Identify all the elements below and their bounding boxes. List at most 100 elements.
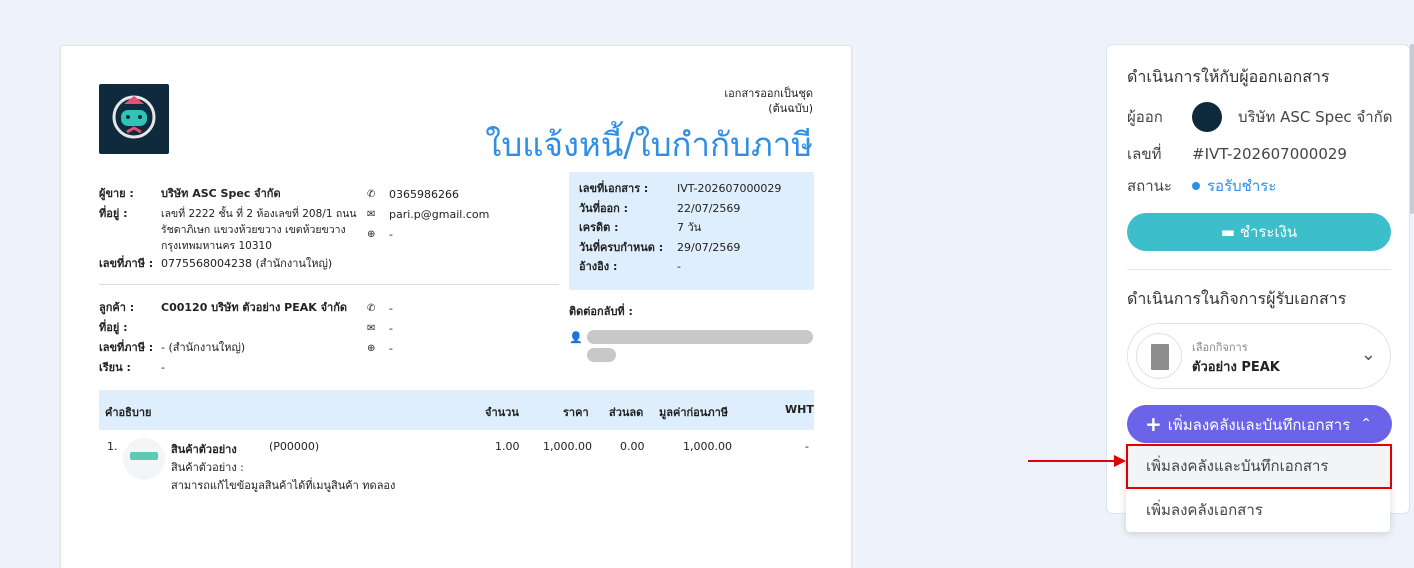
buyer-phone: -	[389, 301, 393, 315]
doc-no: IVT-202607000029	[677, 182, 782, 195]
status-label: สถานะ	[1127, 177, 1172, 195]
buyer-tax-label: เลขที่ภาษี :	[99, 341, 154, 354]
business-select[interactable]: เลือกกิจการ ตัวอย่าง PEAK ⌄	[1127, 323, 1391, 389]
items-table-header: คำอธิบาย จำนวน ราคา ส่วนลด มูลค่าก่อนภาษ…	[99, 390, 814, 430]
issue-date: 22/07/2569	[677, 201, 741, 215]
plus-icon: +	[1145, 412, 1162, 436]
avatar	[1192, 102, 1222, 132]
redacted-bar	[587, 330, 813, 344]
buyer-name: C00120 บริษัท ตัวอย่าง PEAK จำกัด	[161, 301, 348, 314]
status-row: สถานะ รอรับชำระ	[1127, 174, 1276, 198]
seller-tax-id: 0775568004238 (สำนักงานใหญ่)	[161, 257, 333, 270]
status-dot-icon	[1192, 182, 1200, 190]
reference-label: อ้างอิง :	[579, 260, 618, 273]
building-icon	[1136, 333, 1182, 379]
buyer-block: ลูกค้า : C00120 บริษัท ตัวอย่าง PEAK จำกั…	[99, 298, 369, 378]
section-divider	[1127, 269, 1391, 270]
seller-label: ผู้ขาย :	[99, 187, 134, 200]
buyer-tax-id: - (สำนักงานใหญ่)	[161, 341, 246, 354]
credit: 7 วัน	[677, 221, 702, 234]
document-number: #IVT-202607000029	[1192, 145, 1347, 163]
item-price: 1,000.00	[543, 440, 592, 453]
reference: -	[677, 260, 681, 273]
buyer-email: -	[389, 321, 393, 335]
buyer-label: ลูกค้า :	[99, 301, 135, 314]
buyer-address	[161, 318, 369, 338]
document-set-note: เอกสารออกเป็นชุด (ต้นฉบับ)	[724, 86, 813, 116]
issuer-label: ผู้ออก	[1127, 108, 1163, 126]
product-thumbnail	[123, 438, 165, 480]
email-icon: ✉	[367, 208, 376, 220]
buyer-web: -	[389, 341, 393, 355]
seller-email: pari.p@gmail.com	[389, 207, 490, 221]
scrollbar[interactable]	[1410, 44, 1414, 214]
due-date-label: วันที่ครบกำหนด :	[579, 240, 664, 254]
issuer-row: ผู้ออก บริษัท ASC Spec จำกัด	[1127, 102, 1392, 132]
document-title: ใบแจ้งหนี้/ใบกำกับภาษี	[485, 125, 813, 164]
document-preview: เอกสารออกเป็นชุด (ต้นฉบับ) ใบแจ้งหนี้/ใบ…	[60, 45, 852, 568]
chevron-up-icon: ⌃	[1360, 416, 1372, 432]
seller-tax-label: เลขที่ภาษี :	[99, 257, 154, 270]
issuer-heading: ดำเนินการให้กับผู้ออกเอกสาร	[1127, 67, 1330, 86]
issue-date-label: วันที่ออก :	[579, 201, 629, 215]
seller-block: ผู้ขาย : บริษัท ASC Spec จำกัด ที่อยู่ : เ…	[99, 184, 369, 274]
section-divider	[99, 284, 559, 285]
globe-icon: ⊕	[367, 342, 376, 354]
seller-address: เลขที่ 2222 ชั้น ที่ 2 ห้องเลขที่ 208/1 …	[161, 208, 357, 252]
pay-button-label: ชำระเงิน	[1239, 223, 1298, 241]
table-row: 1. สินค้าตัวอย่าง (P00000) สินค้าตัวอย่า…	[99, 438, 814, 500]
buyer-address-label: ที่อยู่ :	[99, 321, 128, 334]
business-name: ตัวอย่าง PEAK	[1192, 360, 1280, 375]
issuer-name: บริษัท ASC Spec จำกัด	[1238, 108, 1393, 126]
col-wht: WHT	[785, 403, 814, 416]
item-desc-1: สินค้าตัวอย่าง :	[171, 461, 244, 474]
note-line-2: (ต้นฉบับ)	[768, 102, 813, 115]
item-discount: 0.00	[620, 440, 645, 453]
globe-icon: ⊕	[367, 228, 376, 240]
col-quantity: จำนวน	[485, 406, 519, 419]
contact-back-label: ติดต่อกลับที่ :	[569, 305, 633, 318]
highlight-box	[1126, 444, 1392, 489]
email-icon: ✉	[367, 322, 376, 334]
seller-address-label: ที่อยู่ :	[99, 207, 128, 220]
doc-no-label: เลขที่เอกสาร :	[579, 182, 649, 195]
item-wht: -	[805, 440, 809, 453]
credit-label: เครดิต :	[579, 221, 619, 234]
col-description: คำอธิบาย	[105, 406, 152, 419]
item-number: 1.	[107, 440, 118, 453]
item-desc-2: สามารถแก้ไขข้อมูลสินค้าได้ที่เมนูสินค้า …	[171, 479, 396, 492]
note-line-1: เอกสารออกเป็นชุด	[724, 87, 813, 100]
document-info-box: เลขที่เอกสาร : IVT-202607000029 วันที่ออก…	[569, 172, 814, 290]
col-pretax: มูลค่าก่อนภาษี	[659, 406, 728, 419]
number-label: เลขที่	[1127, 145, 1162, 163]
buyer-contact: ✆ - ✉ - ⊕ -	[367, 298, 537, 358]
wallet-icon: ▬	[1220, 223, 1235, 241]
item-qty: 1.00	[495, 440, 520, 453]
add-button-label: เพิ่มลงคลังและบันทึกเอกสาร	[1167, 416, 1351, 434]
person-icon: 👤	[569, 331, 583, 344]
chevron-down-icon: ⌄	[1360, 344, 1376, 365]
col-price: ราคา	[563, 406, 589, 419]
seller-name: บริษัท ASC Spec จำกัด	[161, 187, 281, 200]
business-select-label: เลือกกิจการ	[1192, 341, 1248, 354]
add-to-storage-button[interactable]: + เพิ่มลงคลังและบันทึกเอกสาร ⌃	[1127, 405, 1392, 443]
buyer-attn-label: เรียน :	[99, 361, 131, 374]
due-date: 29/07/2569	[677, 240, 741, 254]
item-code: (P00000)	[269, 440, 320, 453]
item-pretax: 1,000.00	[683, 440, 732, 453]
phone-icon: ✆	[367, 188, 376, 200]
seller-web: -	[389, 227, 393, 241]
status-badge: รอรับชำระ	[1207, 177, 1277, 195]
seller-contact: ✆ 0365986266 ✉ pari.p@gmail.com ⊕ -	[367, 184, 537, 244]
pointer-arrow	[1028, 455, 1126, 467]
item-name: สินค้าตัวอย่าง	[171, 443, 237, 456]
company-logo	[99, 84, 169, 154]
seller-phone: 0365986266	[389, 187, 459, 201]
receiver-heading: ดำเนินการในกิจการผู้รับเอกสาร	[1127, 289, 1347, 308]
col-discount: ส่วนลด	[609, 406, 644, 419]
menu-item-add-only[interactable]: เพิ่มลงคลังเอกสาร	[1126, 488, 1390, 532]
pay-button[interactable]: ▬ ชำระเงิน	[1127, 213, 1391, 251]
number-row: เลขที่ #IVT-202607000029	[1127, 142, 1347, 166]
buyer-attn: -	[161, 361, 165, 374]
redacted-bar	[587, 348, 616, 362]
